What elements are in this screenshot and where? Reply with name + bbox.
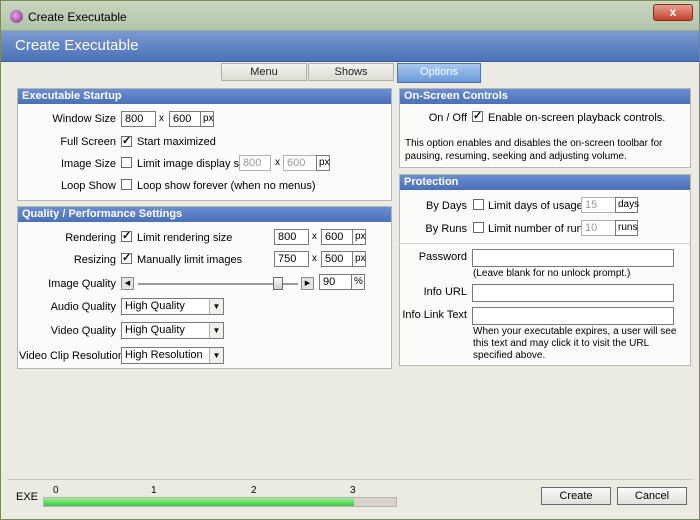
image-size-label: Image Size (60, 158, 116, 170)
app-window: Create Executable x Create Executable Me… (0, 0, 700, 520)
tab-options[interactable]: Options (397, 63, 481, 83)
info-link-hint: When your executable expires, a user wil… (473, 326, 677, 361)
image-width-input[interactable]: 800 (239, 155, 271, 171)
progress-track (43, 497, 397, 507)
runs-input[interactable]: 10 (581, 220, 616, 236)
tick-label: 3 (350, 485, 356, 496)
image-quality-input[interactable]: 90 (319, 274, 352, 290)
resize-width-input[interactable]: 750 (274, 251, 309, 267)
manually-limit-label: Manually limit images (137, 254, 243, 266)
page-header: Create Executable (1, 31, 699, 62)
start-maximized-label: Start maximized (137, 136, 216, 148)
resize-height-input[interactable]: 500 (321, 251, 353, 267)
close-button[interactable]: x (653, 4, 693, 21)
info-url-input[interactable] (472, 284, 674, 302)
limit-rendering-label: Limit rendering size (137, 232, 233, 244)
limit-days-label: Limit days of usage (488, 200, 583, 212)
tick-label: 1 (151, 485, 157, 496)
full-screen-label: Full Screen (60, 136, 116, 148)
limit-rendering-checkbox[interactable]: ✓ (121, 231, 132, 242)
enable-controls-checkbox[interactable]: ✓ (472, 111, 483, 122)
info-link-text-label: Info Link Text (402, 309, 467, 321)
resizing-label: Resizing (73, 254, 116, 266)
limit-runs-checkbox[interactable] (473, 222, 484, 233)
days-input[interactable]: 15 (581, 197, 616, 213)
window-width-input[interactable]: 800 (121, 111, 156, 127)
audio-quality-value: High Quality (125, 300, 185, 312)
on-off-label: On / Off (428, 112, 467, 124)
slider-left-arrow-icon[interactable]: ◀ (121, 277, 134, 290)
px-unit: px (352, 229, 366, 245)
start-maximized-checkbox[interactable]: ✓ (121, 136, 132, 147)
slider-right-arrow-icon[interactable]: ▶ (301, 277, 314, 290)
loop-forever-checkbox[interactable] (121, 179, 132, 190)
window-title: Create Executable (28, 10, 127, 24)
video-quality-value: High Quality (125, 324, 185, 336)
title-bar: Create Executable x (1, 1, 699, 31)
px-unit: px (200, 111, 214, 127)
render-width-input[interactable]: 800 (274, 229, 309, 245)
image-quality-slider-thumb[interactable] (273, 277, 283, 290)
password-hint: (Leave blank for no unlock prompt.) (473, 268, 631, 279)
limit-days-checkbox[interactable] (473, 199, 484, 210)
image-height-input[interactable]: 600 (283, 155, 317, 171)
tab-menu[interactable]: Menu (221, 63, 307, 81)
window-height-input[interactable]: 600 (169, 111, 201, 127)
enable-controls-label: Enable on-screen playback controls. (488, 112, 666, 124)
page-title: Create Executable (15, 37, 139, 54)
info-url-label: Info URL (423, 286, 467, 298)
divider (399, 243, 691, 244)
chevron-down-icon: ▼ (209, 299, 223, 314)
times-sign: x (312, 253, 317, 264)
create-button[interactable]: Create (541, 487, 611, 505)
days-unit: days (615, 197, 639, 213)
image-quality-slider-track[interactable] (138, 277, 298, 290)
px-unit: px (352, 251, 366, 267)
panel-heading: Quality / Performance Settings (18, 207, 391, 222)
render-height-input[interactable]: 600 (321, 229, 353, 245)
on-screen-description: This option enables and disables the on-… (405, 138, 663, 162)
app-icon (10, 10, 23, 23)
video-clip-resolution-select[interactable]: High Resolution ▼ (121, 347, 224, 364)
px-unit: px (316, 155, 330, 171)
window-size-label: Window Size (52, 113, 116, 125)
loop-show-label: Loop Show (60, 180, 116, 192)
image-quality-label: Image Quality (48, 278, 116, 290)
video-clip-resolution-label: Video Clip Resolution (19, 350, 124, 362)
tab-shows[interactable]: Shows (308, 63, 394, 81)
audio-quality-select[interactable]: High Quality ▼ (121, 298, 224, 315)
cancel-button[interactable]: Cancel (617, 487, 687, 505)
times-sign: x (275, 157, 280, 168)
limit-image-display-checkbox[interactable] (121, 157, 132, 168)
runs-unit: runs (615, 220, 638, 236)
video-quality-select[interactable]: High Quality ▼ (121, 322, 224, 339)
by-days-label: By Days (426, 200, 467, 212)
by-runs-label: By Runs (425, 223, 467, 235)
percent-unit: % (351, 274, 365, 290)
manually-limit-checkbox[interactable]: ✓ (121, 253, 132, 264)
times-sign: x (159, 113, 164, 124)
footer-divider (7, 479, 693, 480)
video-clip-resolution-value: High Resolution (125, 349, 203, 361)
panel-heading: Protection (400, 175, 690, 190)
progress-fill (44, 498, 354, 506)
limit-runs-label: Limit number of runs (488, 223, 589, 235)
loop-forever-label: Loop show forever (when no menus) (137, 180, 316, 192)
limit-image-display-label: Limit image display size (137, 158, 254, 170)
password-input[interactable] (472, 249, 674, 267)
chevron-down-icon: ▼ (209, 323, 223, 338)
progress-bar: 0 1 2 3 (43, 485, 397, 507)
chevron-down-icon: ▼ (209, 348, 223, 363)
tick-label: 2 (251, 485, 257, 496)
rendering-label: Rendering (65, 232, 116, 244)
panel-heading: Executable Startup (18, 89, 391, 104)
times-sign: x (312, 231, 317, 242)
info-link-text-input[interactable] (472, 307, 674, 325)
exe-label: EXE (16, 491, 39, 503)
tick-label: 0 (53, 485, 59, 496)
password-label: Password (418, 251, 467, 263)
video-quality-label: Video Quality (50, 325, 116, 337)
panel-heading: On-Screen Controls (400, 89, 690, 104)
audio-quality-label: Audio Quality (50, 301, 116, 313)
